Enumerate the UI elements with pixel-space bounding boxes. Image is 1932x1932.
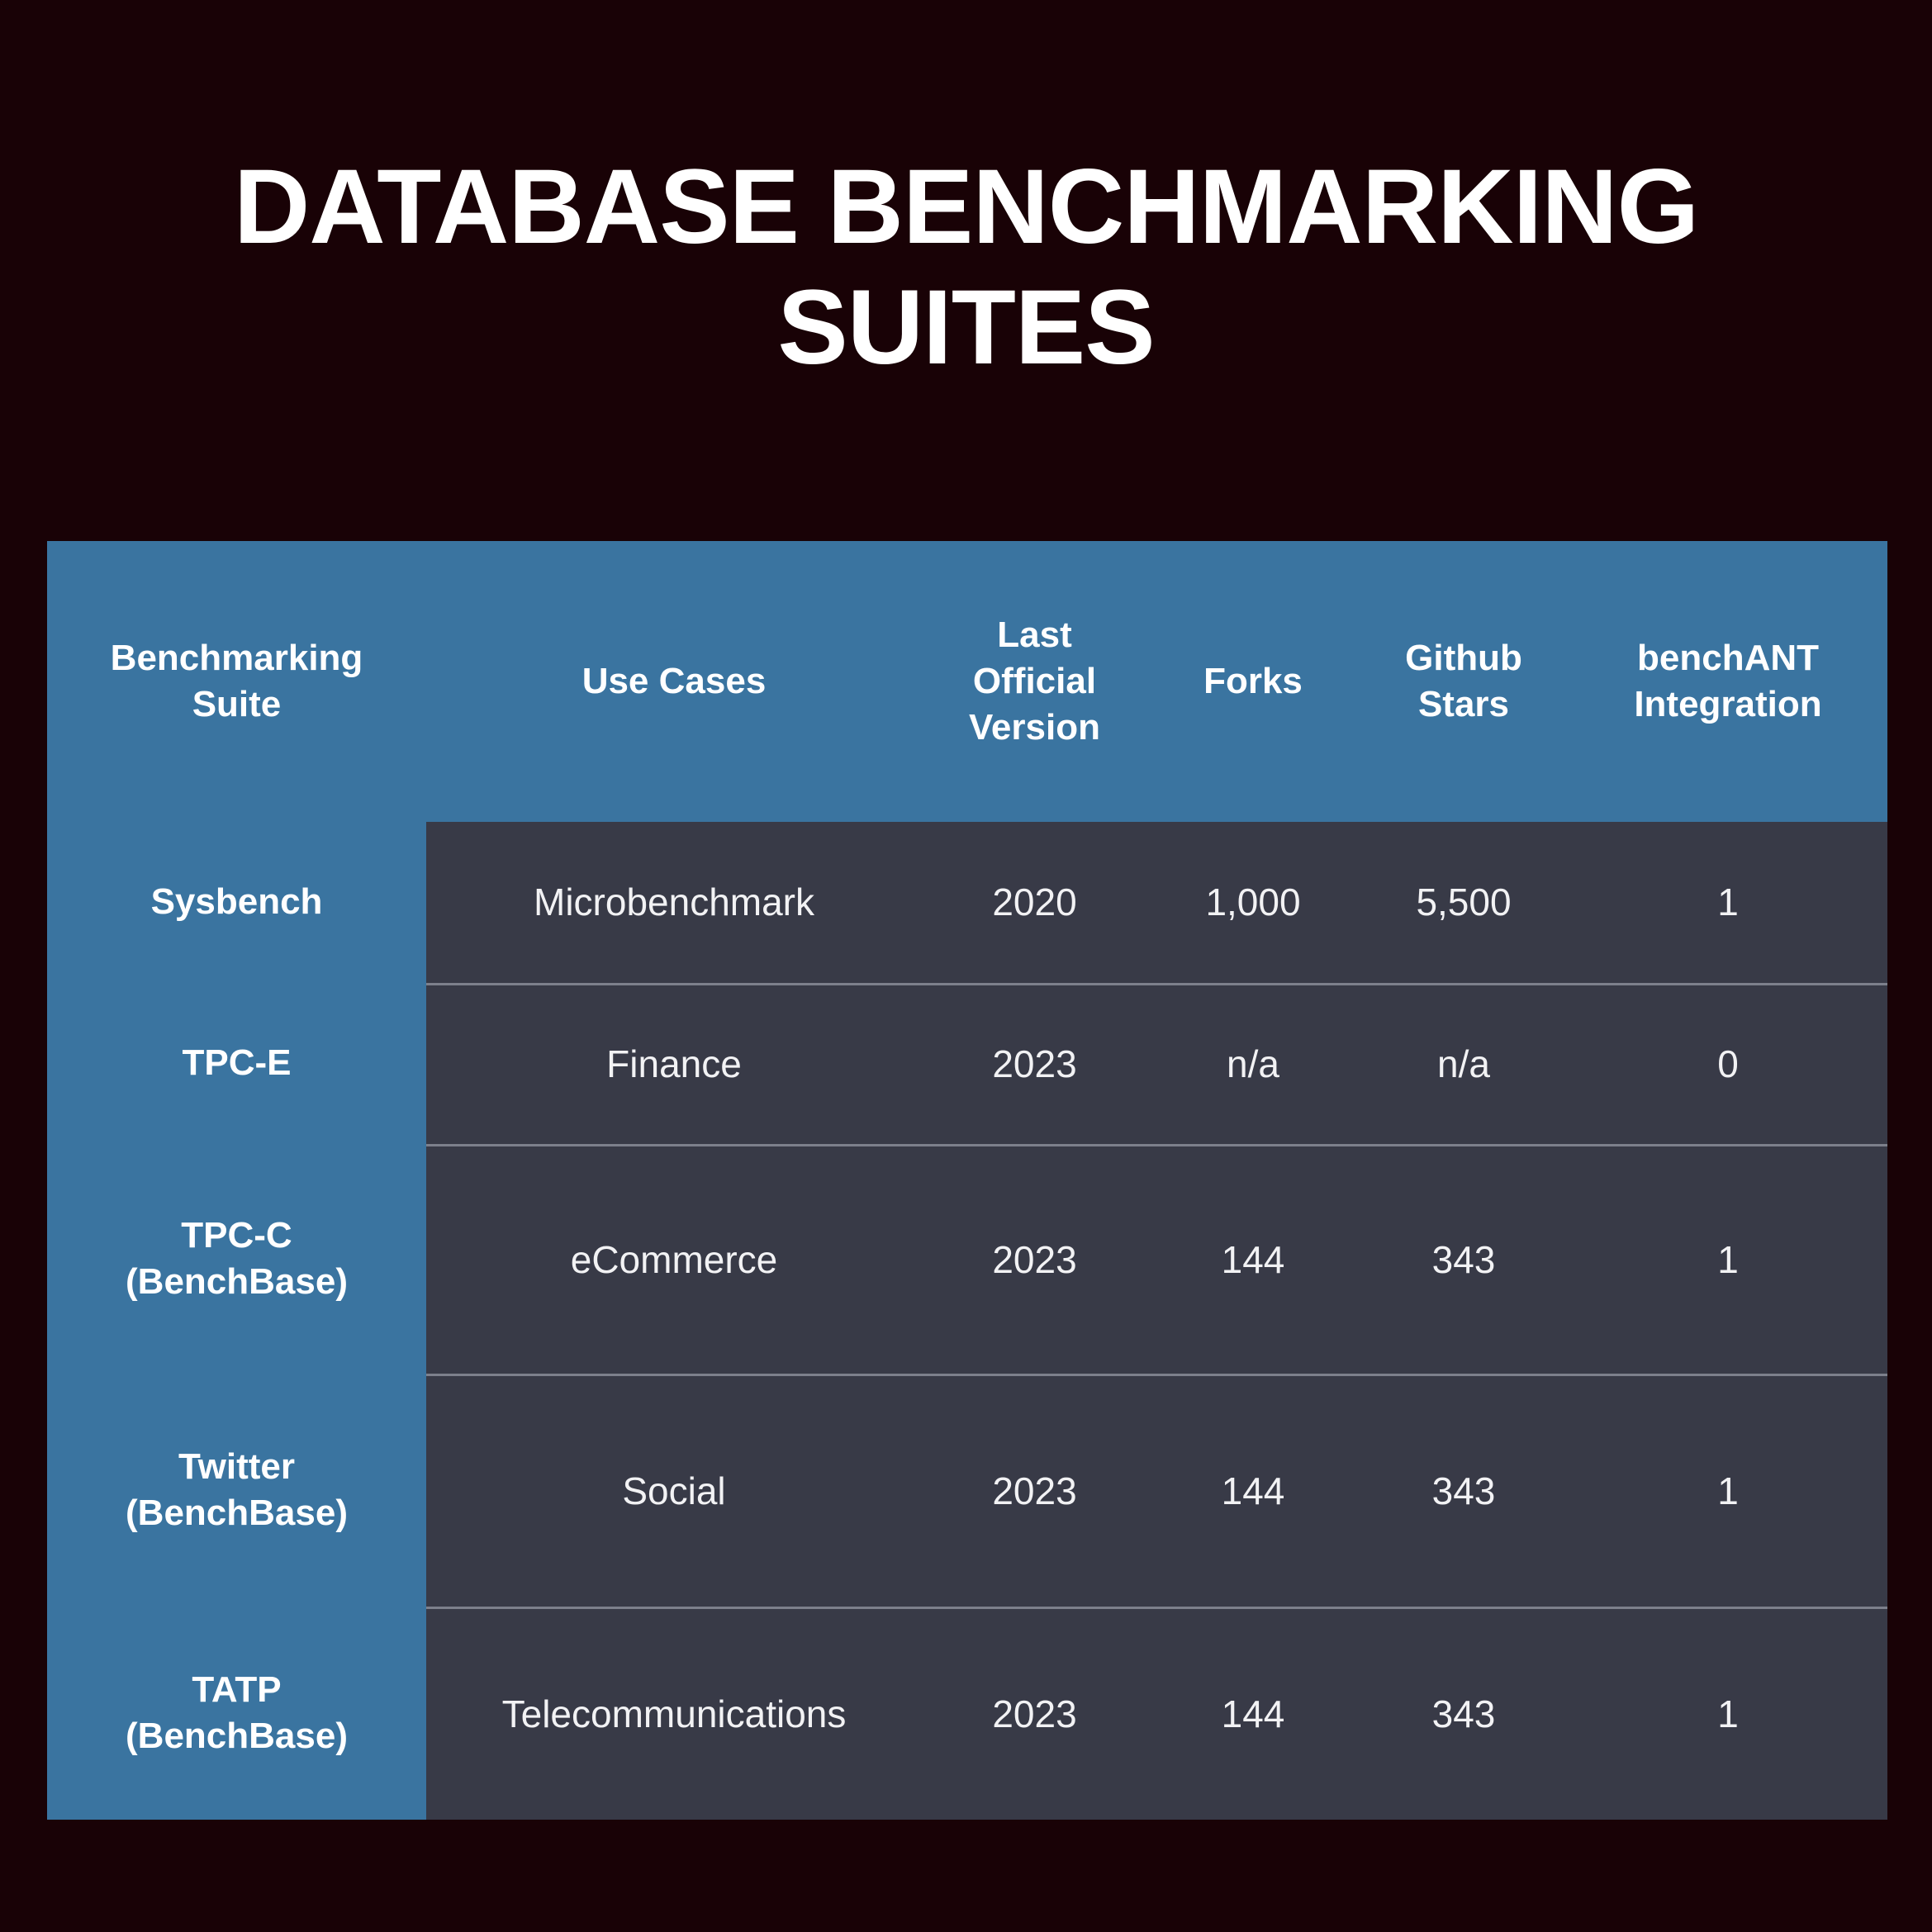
cell-github-stars: 343	[1431, 1237, 1496, 1281]
cell-benchant-integration: 1	[1717, 880, 1739, 923]
cell-last-official-version: 2023	[992, 1469, 1077, 1512]
cell-last-official-version: 2023	[992, 1692, 1077, 1735]
table-row: eCommerce 2023 144 343 1	[426, 1144, 1887, 1374]
table-row-suite-name: Sysbench	[47, 822, 426, 983]
cell-use-cases: Finance	[606, 1042, 742, 1086]
column-header-last-official-version: Last Official Version	[969, 614, 1100, 748]
benchmarking-suites-table: Benchmarking Suite Use Cases Last Offici…	[47, 541, 1887, 1820]
table-row: Social 2023 144 343 1	[426, 1374, 1887, 1607]
cell-use-cases: Telecommunications	[501, 1692, 847, 1735]
cell-last-official-version: 2023	[992, 1237, 1077, 1281]
cell-benchant-integration: 1	[1717, 1237, 1739, 1281]
table-row-suite-name: TPC-C (BenchBase)	[47, 1144, 426, 1374]
cell-forks: 1,000	[1205, 880, 1301, 923]
table-row-suite-name: TPC-E	[47, 983, 426, 1144]
cell-forks: n/a	[1227, 1042, 1279, 1086]
column-header-github-stars: Github Stars	[1405, 637, 1522, 724]
table-row-suite-name: TATP (BenchBase)	[47, 1607, 426, 1820]
cell-github-stars: 343	[1431, 1469, 1496, 1512]
column-header-forks: Forks	[1203, 660, 1303, 701]
table-row: Finance 2023 n/a n/a 0	[426, 983, 1887, 1144]
cell-github-stars: 5,500	[1416, 880, 1512, 923]
table-row-suite-name: Twitter (BenchBase)	[47, 1374, 426, 1607]
cell-forks: 144	[1221, 1469, 1285, 1512]
table-row: Telecommunications 2023 144 343 1	[426, 1607, 1887, 1820]
column-header-benchant-integration: benchANT Integration	[1634, 637, 1822, 724]
cell-use-cases: Microbenchmark	[534, 880, 814, 923]
cell-github-stars: n/a	[1437, 1042, 1490, 1086]
cell-use-cases: eCommerce	[570, 1237, 778, 1281]
cell-benchant-integration: 0	[1717, 1042, 1739, 1086]
cell-last-official-version: 2020	[992, 880, 1077, 923]
cell-benchant-integration: 1	[1717, 1469, 1739, 1512]
cell-forks: 144	[1221, 1237, 1285, 1281]
table-row: Microbenchmark 2020 1,000 5,500 1	[426, 822, 1887, 983]
cell-github-stars: 343	[1431, 1692, 1496, 1735]
column-header-use-cases: Use Cases	[581, 660, 767, 701]
table-header-row: Use Cases Last Official Version Forks Gi…	[426, 541, 1887, 822]
column-header-benchmarking-suite: Benchmarking Suite	[47, 541, 426, 822]
cell-benchant-integration: 1	[1717, 1692, 1739, 1735]
cell-use-cases: Social	[622, 1469, 726, 1512]
page-title: DATABASE BENCHMARKING SUITES	[233, 148, 1699, 387]
cell-forks: 144	[1221, 1692, 1285, 1735]
cell-last-official-version: 2023	[992, 1042, 1077, 1086]
